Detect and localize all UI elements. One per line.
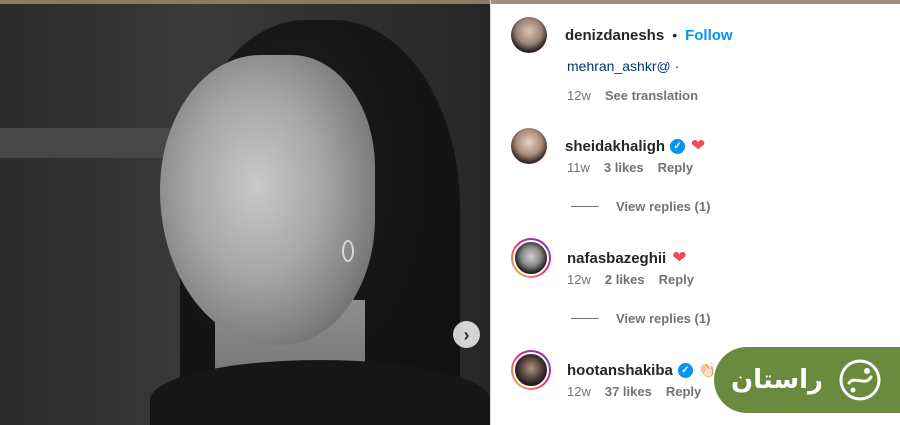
commenter-avatar-story[interactable] [511,238,551,278]
truncated-comment-meta: 12w See translation [567,88,698,103]
comment-age: 11w [567,160,590,175]
heart-emoji-icon: ❤ [691,136,706,155]
comment-sheidakhaligh: sheidakhaligh ✓ ❤ [511,128,705,164]
commenter-avatar[interactable] [511,128,547,164]
watermark-text: راستان [730,365,823,395]
verified-badge-icon: ✓ [670,138,686,154]
reply-button[interactable]: Reply [659,272,694,287]
watermark-badge: راستان [714,347,900,413]
comment-likes[interactable]: 3 likes [604,160,644,175]
author-username[interactable]: denizdaneshs [565,27,664,44]
comment-age: 12w [567,88,591,103]
post-header: denizdaneshs • Follow [491,4,900,66]
commenter-username[interactable]: hootanshakiba [567,362,673,379]
commenter-avatar-image [513,240,549,276]
commenter-avatar-image [513,352,549,388]
photo-earring [342,240,354,262]
author-avatar[interactable] [511,17,547,53]
comment-age: 12w [567,384,591,399]
view-replies-line [571,318,599,319]
view-replies-button[interactable]: View replies (1) [571,199,710,214]
comment-meta: 12w 37 likes Reply [567,384,701,399]
post-photo: › [0,0,490,425]
next-photo-button[interactable]: › [453,321,480,348]
verified-badge-icon: ✓ [677,362,693,378]
view-replies-button[interactable]: View replies (1) [571,311,710,326]
follow-button[interactable]: Follow [685,27,733,44]
see-translation-button[interactable]: See translation [605,88,698,103]
truncated-comment-text: mehran_ashkr@ · [567,62,680,74]
commenter-avatar-story[interactable] [511,350,551,390]
comment-likes[interactable]: 37 likes [605,384,652,399]
view-replies-label: View replies (1) [616,199,711,214]
reply-button[interactable]: Reply [666,384,701,399]
header-separator: • [672,27,678,43]
commenter-username[interactable]: sheidakhaligh [565,138,665,155]
photo-top-strip [0,0,490,4]
comment-meta: 11w 3 likes Reply [567,160,693,175]
comment-meta: 12w 2 likes Reply [567,272,694,287]
reply-button[interactable]: Reply [658,160,693,175]
chevron-right-icon: › [463,324,470,345]
comment-age: 12w [567,272,591,287]
comment-likes[interactable]: 2 likes [605,272,645,287]
view-replies-label: View replies (1) [616,311,711,326]
view-replies-line [571,206,599,207]
heart-emoji-icon: ❤ [672,248,687,267]
commenter-username[interactable]: nafasbazeghii [567,250,666,267]
watermark-logo-icon [839,359,881,401]
